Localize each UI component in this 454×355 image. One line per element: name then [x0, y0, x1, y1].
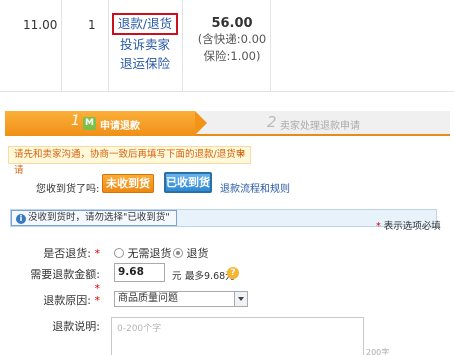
refund-return-link[interactable]: 退款/退货: [111, 13, 179, 35]
received-question: 您收到货了吗:: [36, 184, 100, 195]
info-text: 没收到货时，请勿选择"已收到货": [28, 212, 170, 223]
chevron-down-icon[interactable]: [234, 292, 247, 306]
total-amount: 56.00: [211, 16, 253, 31]
step-2-label: 卖家处理退款申请: [280, 121, 360, 132]
radio-button-selected[interactable]: [173, 248, 183, 258]
amount-label-group: 需要退款金额: *: [30, 266, 100, 295]
currency-unit: 元: [172, 271, 182, 282]
step-progress-bar: 1 M 申请退款 2 卖家处理退款申请: [5, 111, 450, 136]
shipping-note: (含快递:0.00: [197, 32, 267, 46]
reason-label-group: 退款原因: *: [30, 292, 100, 308]
desc-placeholder: 0-200个字: [117, 324, 162, 334]
amount-label: 需要退款金额:: [30, 268, 100, 281]
radio-button[interactable]: [114, 248, 124, 258]
reason-label: 退款原因:: [43, 294, 91, 307]
step-1-number: 1: [71, 113, 80, 129]
order-row: 11.00 1 退款/退货 投诉卖家 退运保险 56.00 (含快递:0.00 …: [0, 0, 454, 96]
step-1-label: 申请退款: [100, 121, 140, 132]
notice-banner: 请先和卖家沟通，协商一致后再填写下面的退款/退货申请 ×: [8, 146, 251, 176]
divider: [108, 0, 109, 92]
order-actions: 退款/退货 投诉卖家 退运保险: [110, 13, 180, 73]
required-note-text: 表示选项必填: [383, 221, 441, 232]
divider: [0, 91, 454, 92]
refund-rules-link[interactable]: 退款流程和规则: [220, 180, 290, 195]
char-count: 200字: [366, 348, 390, 355]
step-2-number: 2: [267, 113, 277, 131]
refund-reason-select[interactable]: 商品质量问题: [114, 291, 248, 307]
required-star-icon: *: [376, 221, 384, 232]
refund-description-textarea[interactable]: 0-200个字: [111, 317, 364, 355]
desc-label: 退款说明:: [52, 320, 100, 333]
required-star-icon: *: [94, 247, 101, 260]
info-tip: i 没收到货时，请勿选择"已收到货": [11, 210, 177, 226]
info-bar: i 没收到货时，请勿选择"已收到货": [10, 209, 437, 227]
no-return-label: 无需退货: [127, 247, 172, 260]
unit-price: 11.00: [23, 18, 58, 32]
brand-icon: M: [83, 117, 96, 130]
help-icon[interactable]: ?: [227, 267, 239, 279]
return-option-label: 退货: [186, 247, 209, 260]
no-return-option[interactable]: 无需退货: [114, 245, 172, 261]
quantity: 1: [88, 18, 96, 32]
not-received-button[interactable]: 未收到货: [102, 174, 154, 193]
return-label: 是否退货:: [43, 247, 91, 260]
complain-seller-link[interactable]: 投诉卖家: [110, 36, 180, 54]
received-button[interactable]: 已收到货: [164, 172, 212, 193]
step-1: 1 M 申请退款: [5, 111, 195, 136]
step-arrow-icon: [195, 111, 207, 135]
info-icon: i: [16, 214, 26, 224]
insurance-note: 保险:1.00): [203, 49, 261, 63]
return-label-group: 是否退货: *: [30, 245, 100, 261]
close-icon[interactable]: ×: [237, 147, 245, 163]
required-star-icon: *: [94, 294, 101, 307]
return-insurance-link[interactable]: 退运保险: [110, 55, 180, 73]
reason-selected-value: 商品质量问题: [118, 293, 178, 304]
refund-amount-input[interactable]: 9.68: [114, 263, 165, 282]
order-total: 56.00 (含快递:0.00 保险:1.00): [192, 16, 272, 65]
divider: [182, 0, 183, 92]
required-note: * 表示选项必填: [376, 218, 441, 232]
return-option[interactable]: 退货: [173, 245, 209, 261]
divider: [61, 0, 62, 92]
